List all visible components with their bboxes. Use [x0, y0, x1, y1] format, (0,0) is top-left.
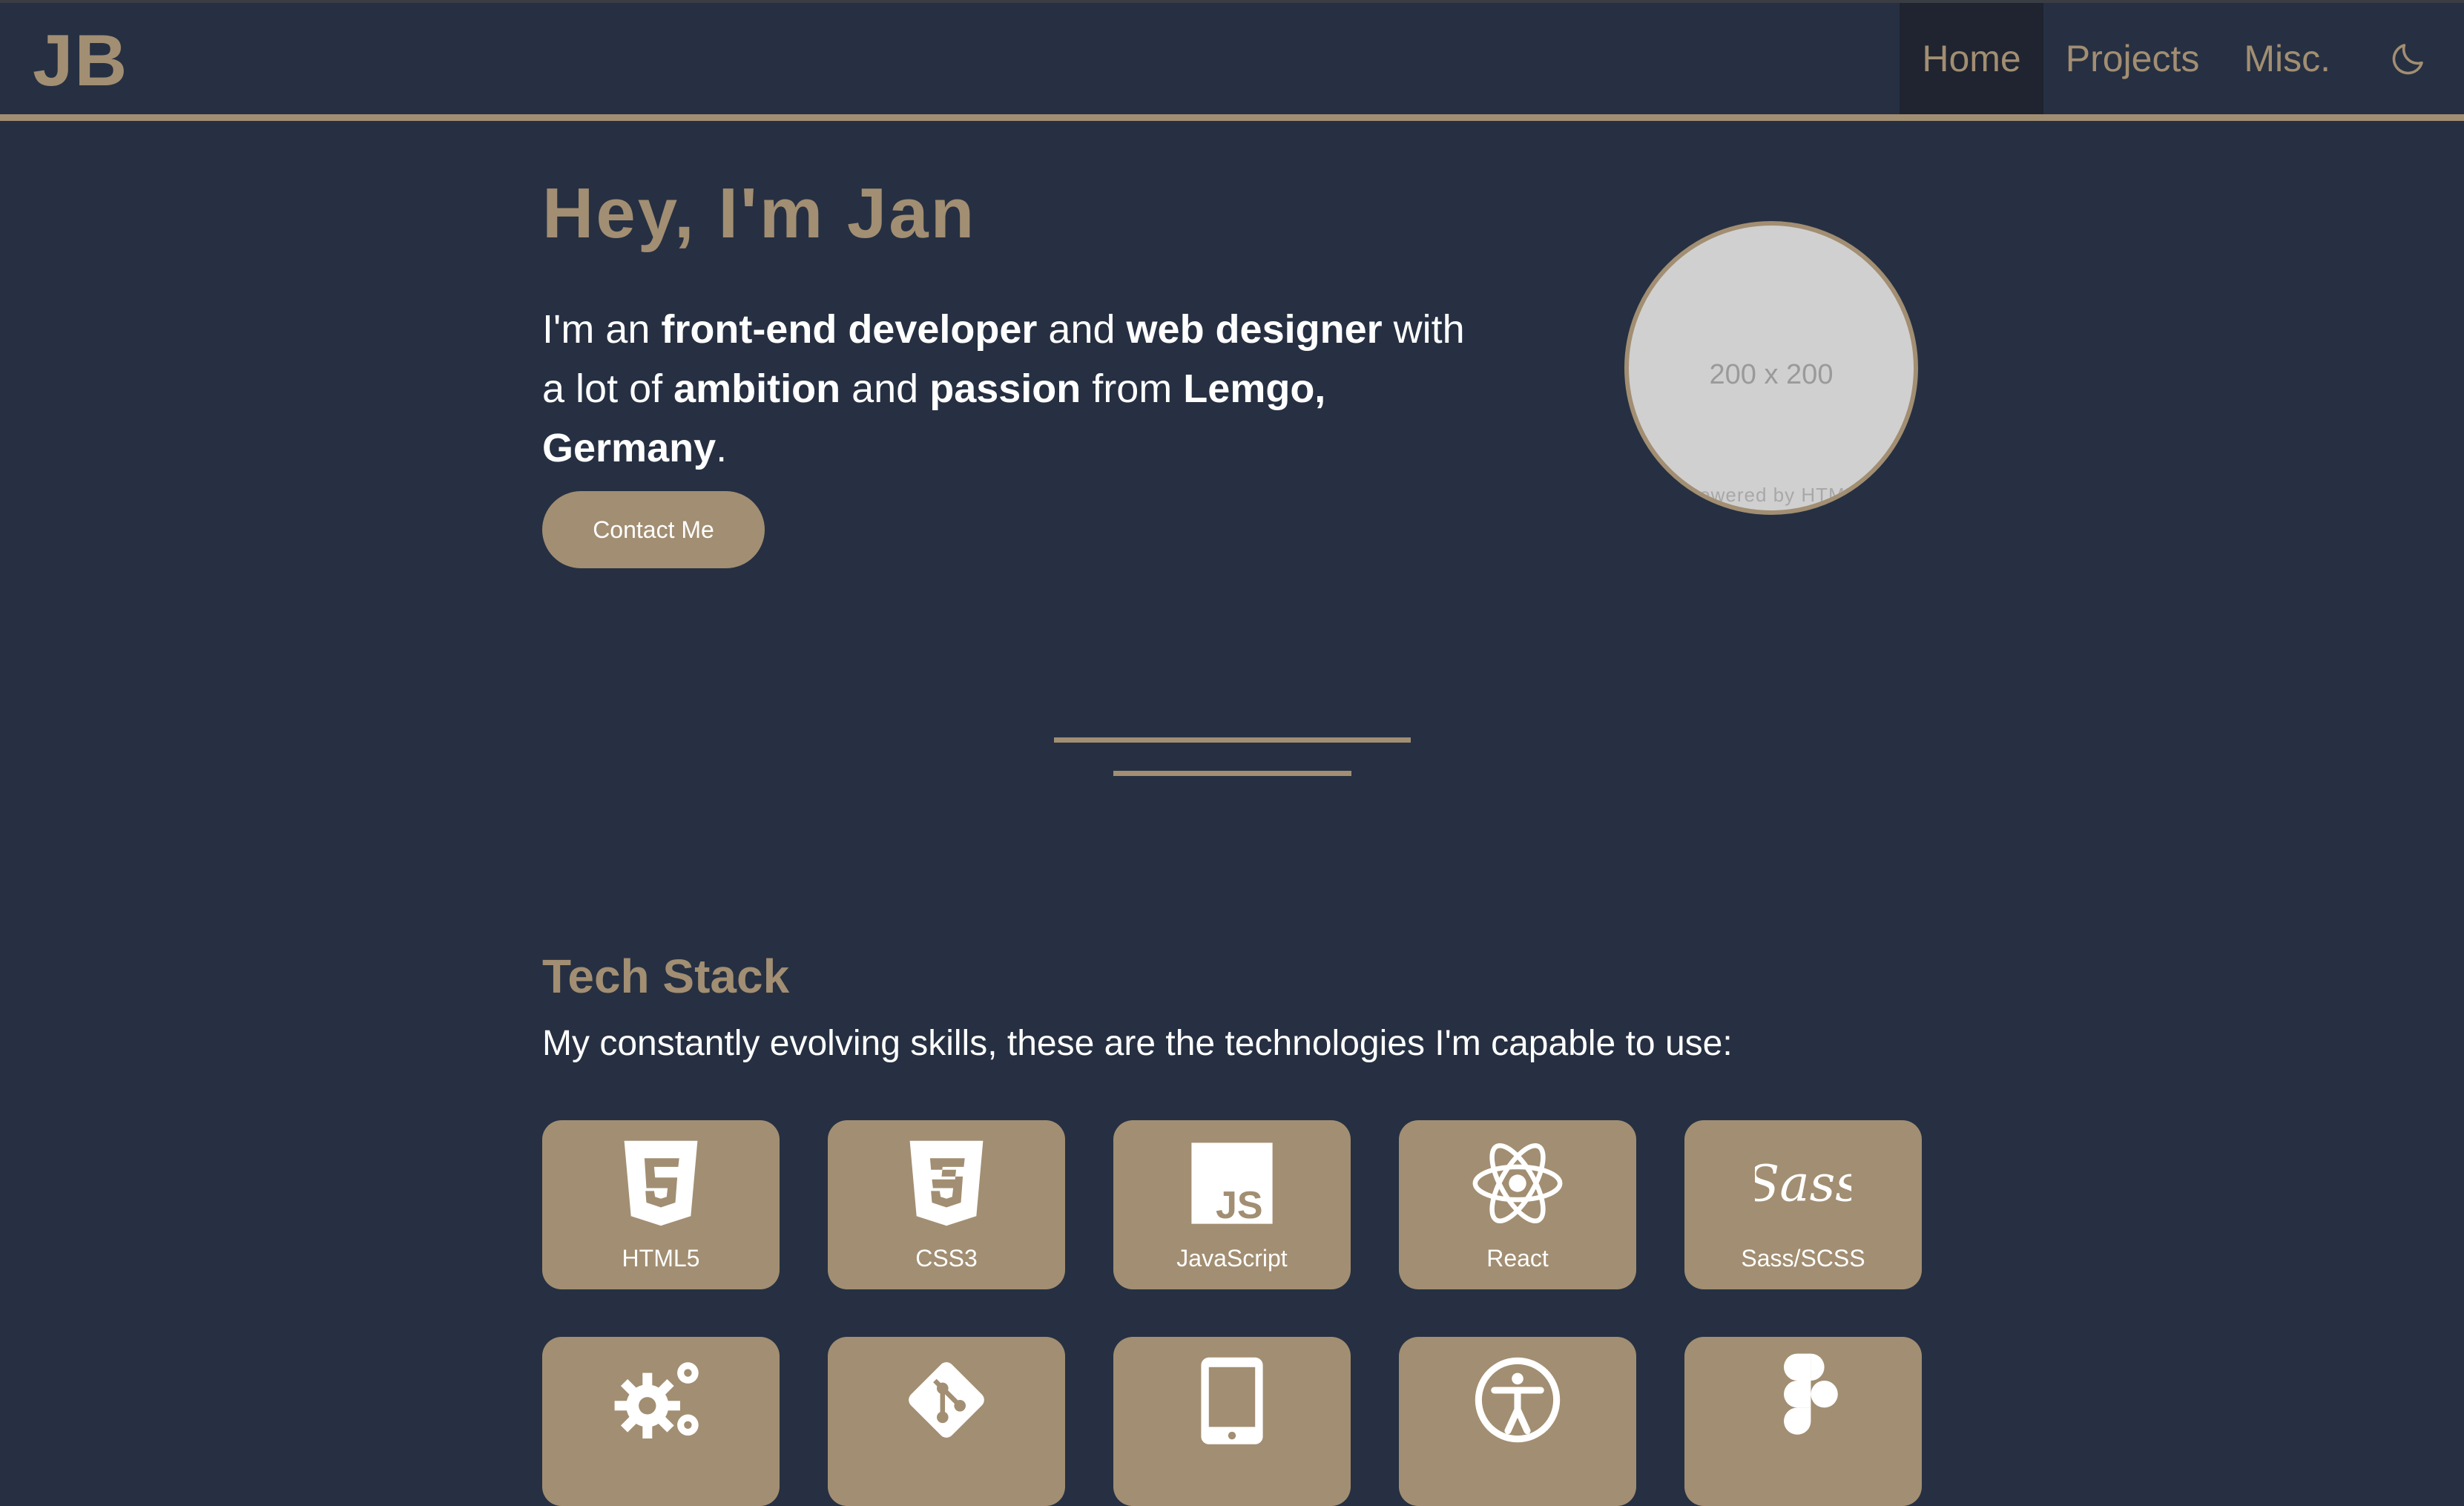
section-divider-short [1113, 771, 1351, 776]
react-icon [1472, 1142, 1563, 1224]
avatar-size-text: 200 x 200 [1709, 359, 1834, 390]
nav-home[interactable]: Home [1900, 3, 2043, 114]
tech-card-accessibility[interactable] [1399, 1337, 1636, 1506]
hero-title: Hey, I'm Jan [542, 174, 977, 253]
contact-me-button[interactable]: Contact Me [542, 491, 765, 568]
javascript-icon: JS [1191, 1142, 1273, 1227]
svg-text:Sass: Sass [1755, 1154, 1851, 1212]
nav-misc[interactable]: Misc. [2221, 3, 2353, 114]
tech-label: Sass/SCSS [1741, 1245, 1865, 1272]
tech-stack-title: Tech Stack [542, 950, 790, 1003]
nav-projects[interactable]: Projects [2043, 3, 2222, 114]
tech-stack-subtitle: My constantly evolving skills, these are… [542, 1024, 1733, 1063]
tech-card-gears[interactable] [542, 1337, 780, 1506]
theme-toggle-button[interactable] [2353, 3, 2464, 114]
figma-icon [1784, 1353, 1838, 1435]
tablet-icon [1201, 1357, 1263, 1444]
tech-stack-grid: HTML5 CSS3 JS JavaScript React Sass Sas [542, 1120, 1922, 1506]
html5-icon [624, 1140, 698, 1226]
site-header: JB Home Projects Misc. [0, 3, 2464, 121]
sass-icon: Sass [1755, 1154, 1851, 1212]
main-nav: Home Projects Misc. [1900, 3, 2464, 114]
avatar-powered-text: Powered by HTML [1685, 484, 1857, 506]
tech-card-git[interactable] [828, 1337, 1065, 1506]
hero-intro: I'm an front-end developer and web desig… [542, 307, 1465, 470]
tech-label: React [1486, 1245, 1549, 1272]
tech-card-javascript[interactable]: JS JavaScript [1113, 1120, 1351, 1289]
css3-icon [909, 1140, 984, 1226]
tech-card-sass[interactable]: Sass Sass/SCSS [1684, 1120, 1922, 1289]
section-divider-long [1054, 737, 1411, 743]
accessibility-icon [1475, 1357, 1561, 1443]
git-icon [909, 1362, 984, 1438]
site-logo[interactable]: JB [33, 19, 128, 101]
tech-card-figma[interactable] [1684, 1337, 1922, 1506]
tech-label: JavaScript [1176, 1245, 1288, 1272]
tech-label: CSS3 [915, 1245, 978, 1272]
avatar-placeholder: 200 x 200 Powered by HTML [1624, 221, 1918, 515]
tech-label: HTML5 [622, 1245, 700, 1272]
svg-text:JS: JS [1216, 1184, 1263, 1227]
tech-card-react[interactable]: React [1399, 1120, 1636, 1289]
tech-card-css3[interactable]: CSS3 [828, 1120, 1065, 1289]
tech-card-tablet[interactable] [1113, 1337, 1351, 1506]
tech-card-html5[interactable]: HTML5 [542, 1120, 780, 1289]
gears-icon [614, 1362, 699, 1438]
moon-icon [2392, 44, 2423, 75]
